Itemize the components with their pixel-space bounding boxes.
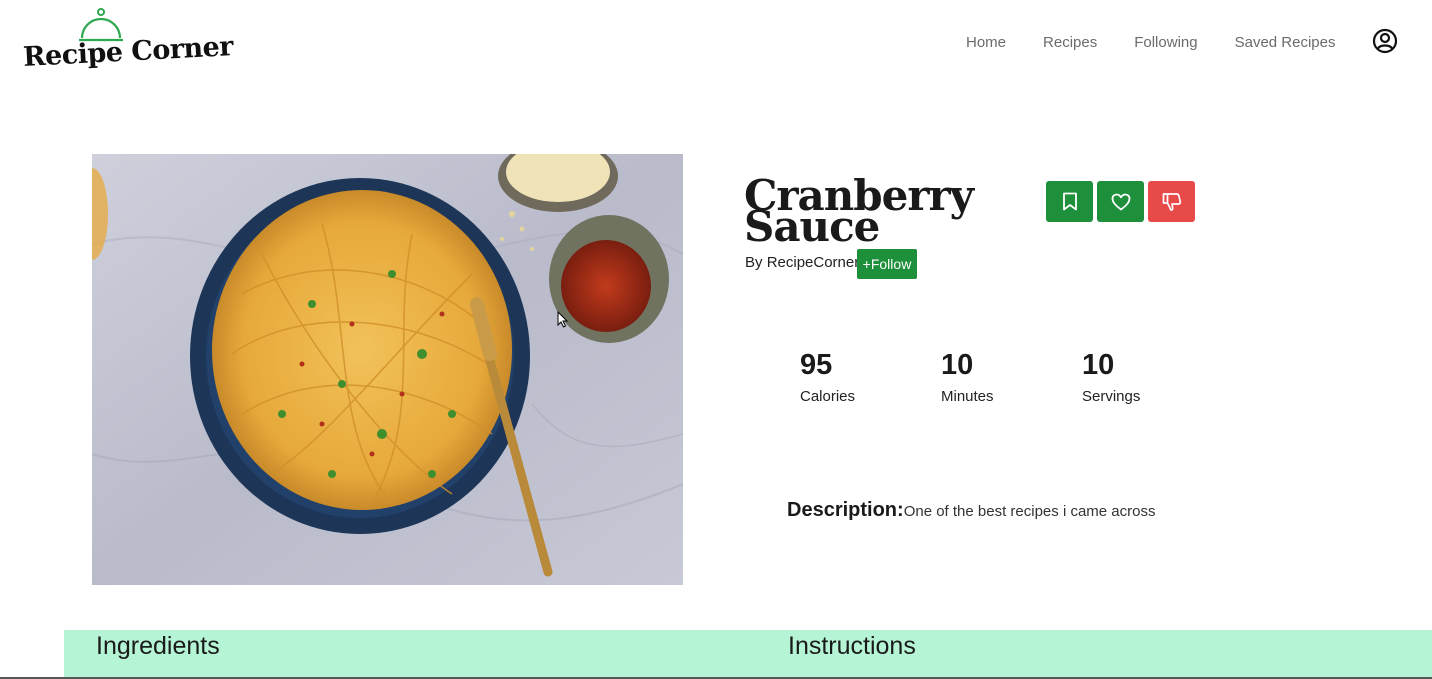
nav-following[interactable]: Following xyxy=(1134,34,1197,52)
main-nav: Home Recipes Following Saved Recipes xyxy=(966,28,1398,54)
thumbs-down-icon xyxy=(1162,192,1181,211)
recipe-actions xyxy=(1046,181,1195,222)
stat-label: Servings xyxy=(1082,388,1141,405)
bookmark-icon xyxy=(1062,192,1077,211)
heart-icon xyxy=(1111,193,1130,210)
recipe-title: Cranberry Sauce xyxy=(744,171,974,251)
like-button[interactable] xyxy=(1097,181,1144,222)
brand-logo[interactable]: Recipe Corner xyxy=(22,8,234,78)
dislike-button[interactable] xyxy=(1148,181,1195,222)
user-circle-icon[interactable] xyxy=(1372,28,1398,54)
stat-calories: 95 Calories xyxy=(800,348,890,405)
follow-button[interactable]: +Follow xyxy=(857,249,917,279)
recipe-description: Description:One of the best recipes i ca… xyxy=(787,499,1155,522)
stat-value: 95 xyxy=(800,349,833,381)
mouse-cursor-icon xyxy=(557,311,568,328)
brand-name: Recipe Corner xyxy=(22,31,234,73)
nav-recipes[interactable]: Recipes xyxy=(1043,34,1097,52)
nav-home[interactable]: Home xyxy=(966,34,1006,52)
ingredients-heading: Ingredients xyxy=(96,632,220,660)
stat-value: 10 xyxy=(1082,349,1115,381)
recipe-byline: By RecipeCorner xyxy=(745,254,859,271)
save-button[interactable] xyxy=(1046,181,1093,222)
description-text: One of the best recipes i came across xyxy=(903,503,1156,520)
stat-label: Minutes xyxy=(941,388,994,405)
stat-value: 10 xyxy=(941,349,974,381)
recipe-image xyxy=(92,154,683,585)
stat-minutes: 10 Minutes xyxy=(941,348,1031,405)
instructions-heading: Instructions xyxy=(788,632,916,660)
recipe-details-band: Ingredients Instructions xyxy=(64,630,1432,679)
nav-saved-recipes[interactable]: Saved Recipes xyxy=(1235,34,1336,52)
by-label: By xyxy=(745,254,763,271)
stat-label: Calories xyxy=(800,388,856,405)
author-name[interactable]: RecipeCorner xyxy=(767,254,860,271)
description-label: Description: xyxy=(787,499,904,521)
stat-servings: 10 Servings xyxy=(1082,348,1172,405)
